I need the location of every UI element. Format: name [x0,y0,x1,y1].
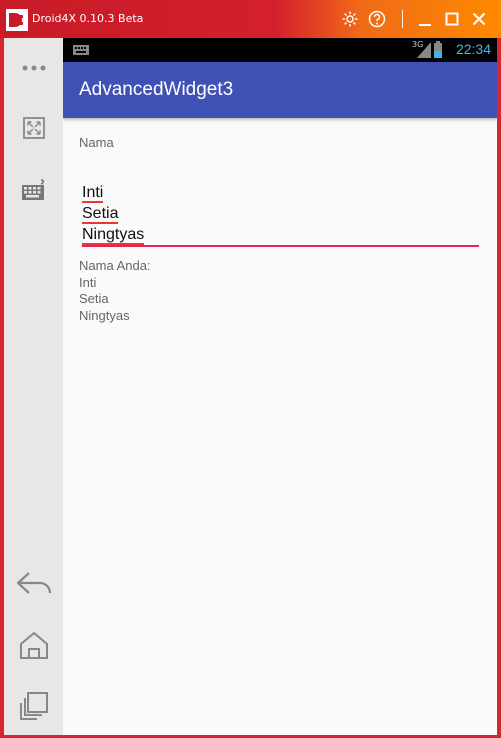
emulator-toolbar [4,38,63,735]
input-underline [82,245,479,247]
settings-icon[interactable] [341,10,359,28]
close-icon[interactable] [470,10,488,28]
name-label: Nama [79,135,114,150]
minimize-icon[interactable] [416,10,434,28]
signal-icon [417,42,431,58]
app-bar: AdvancedWidget3 [63,62,497,118]
droid4x-logo-icon [6,9,28,31]
status-time: 22:34 [455,41,491,57]
output-line: Setia [79,291,109,306]
keyboard-status-icon [73,45,89,55]
keyboard-icon[interactable] [4,170,63,210]
status-bar: 3G 22:34 [63,38,497,62]
input-line: Setia [82,205,119,224]
help-icon[interactable] [368,10,386,28]
more-icon[interactable] [4,48,63,88]
android-screen: 3G 22:34 AdvancedWidget3 Nama Inti Setia… [63,38,497,735]
name-input[interactable]: Inti Setia Ningtyas [82,182,479,248]
home-icon[interactable] [4,625,63,665]
back-icon[interactable] [4,563,63,603]
maximize-icon[interactable] [443,10,461,28]
window-title: Droid4X 0.10.3 Beta [32,12,144,25]
title-bar[interactable]: Droid4X 0.10.3 Beta [0,0,501,38]
titlebar-separator [402,10,403,28]
fullscreen-icon[interactable] [4,108,63,148]
name-output: Nama Anda: Inti Setia Ningtyas [79,258,151,324]
input-line: Inti [82,184,104,203]
output-label: Nama Anda: [79,258,151,273]
battery-icon [434,41,442,58]
output-line: Ningtyas [79,307,130,323]
input-line: Ningtyas [82,226,145,245]
app-title: AdvancedWidget3 [79,79,234,100]
output-line: Inti [79,274,97,290]
emulator-window: Droid4X 0.10.3 Beta 3G 22:34 AdvancedWid… [0,0,501,738]
recents-icon[interactable] [4,686,63,726]
